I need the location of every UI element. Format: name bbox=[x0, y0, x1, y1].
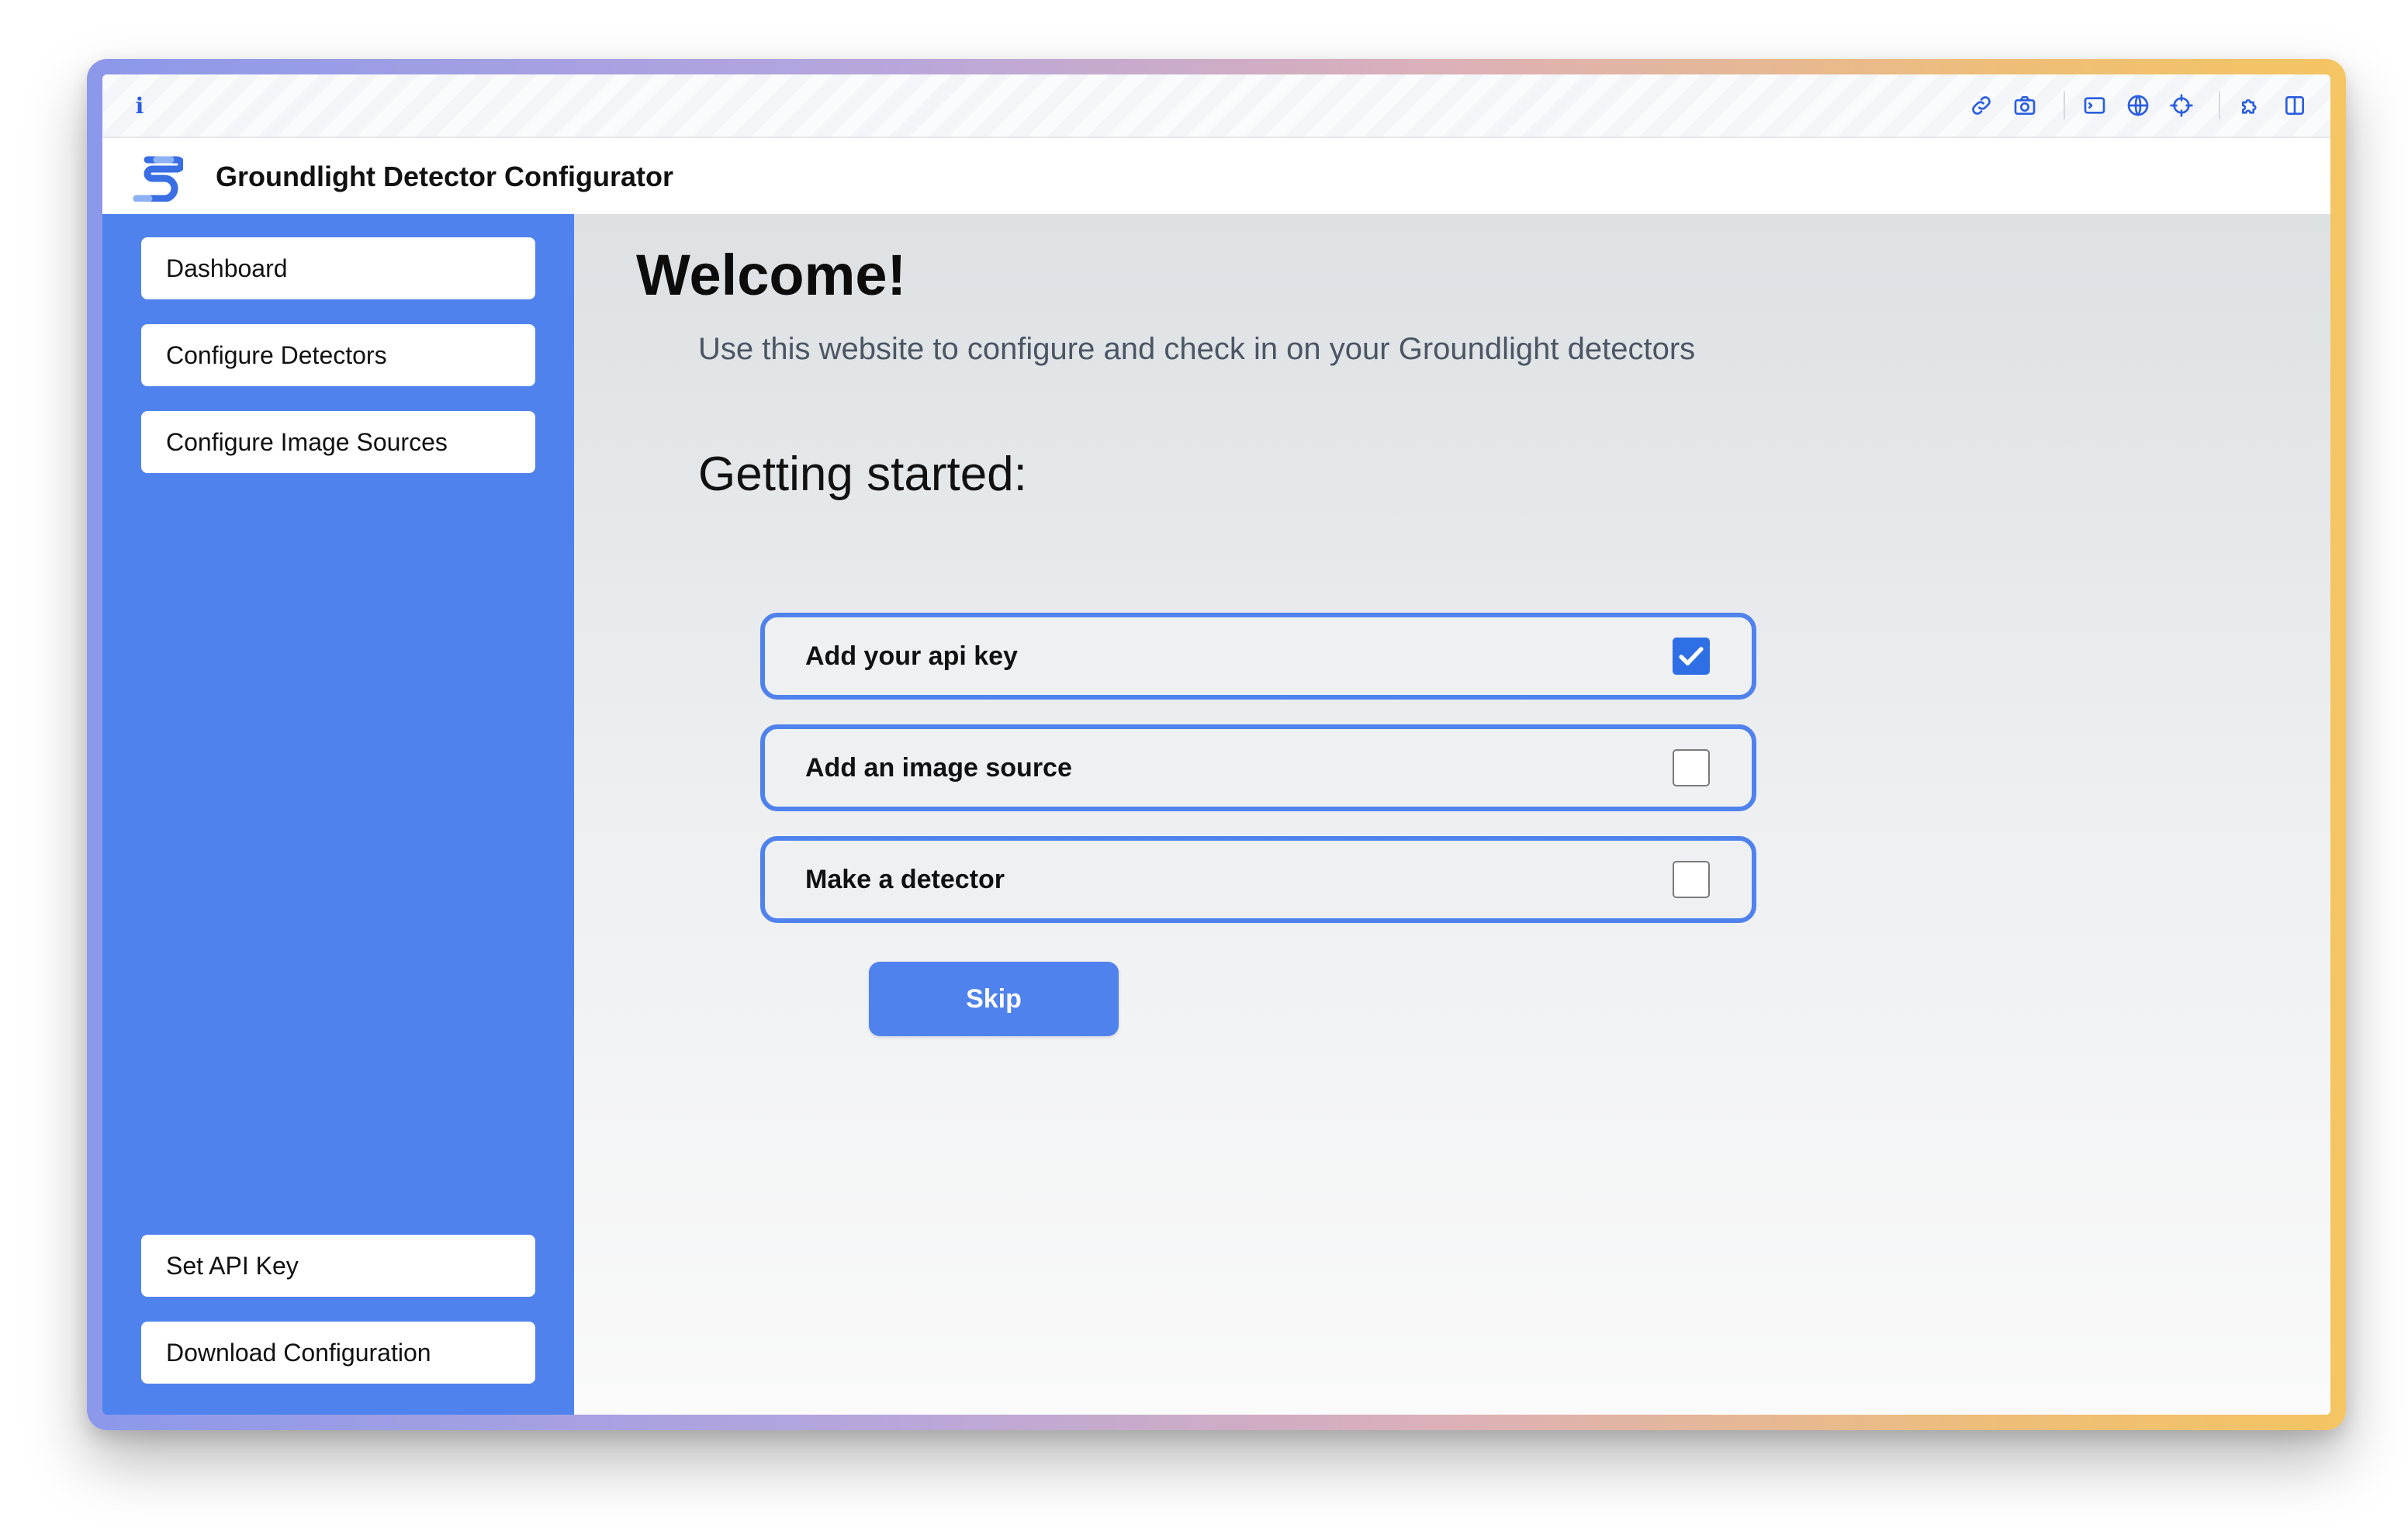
sidebar-item-dashboard[interactable]: Dashboard bbox=[141, 237, 535, 299]
task-make-detector[interactable]: Make a detector bbox=[760, 836, 1756, 923]
toolbar-divider bbox=[2064, 92, 2065, 119]
task-label: Add an image source bbox=[805, 753, 1072, 783]
main-content: Welcome! Use this website to configure a… bbox=[574, 214, 2330, 1415]
link-icon[interactable] bbox=[1967, 92, 1995, 119]
task-add-image-source[interactable]: Add an image source bbox=[760, 724, 1756, 811]
camera-icon[interactable] bbox=[2011, 92, 2039, 119]
task-add-api-key[interactable]: Add your api key bbox=[760, 613, 1756, 700]
browser-toolbar: i bbox=[102, 74, 2330, 138]
info-icon[interactable]: i bbox=[130, 92, 149, 119]
task-label: Make a detector bbox=[805, 865, 1005, 894]
split-panel-icon[interactable] bbox=[2281, 92, 2309, 119]
sidebar-item-set-api-key[interactable]: Set API Key bbox=[141, 1235, 535, 1297]
sidebar: Dashboard Configure Detectors Configure … bbox=[102, 214, 574, 1415]
checkmark-icon bbox=[1679, 647, 1704, 665]
app-window: i Groundlight Detector Configurator Dash… bbox=[102, 74, 2330, 1415]
puzzle-icon[interactable] bbox=[2237, 92, 2265, 119]
page-subtitle: Use this website to configure and check … bbox=[698, 332, 1696, 366]
toolbar-divider bbox=[2219, 92, 2220, 119]
getting-started-heading: Getting started: bbox=[698, 448, 1027, 501]
task-checkbox[interactable] bbox=[1673, 861, 1710, 898]
task-checkbox[interactable] bbox=[1673, 638, 1710, 675]
sidebar-item-download-configuration[interactable]: Download Configuration bbox=[141, 1322, 535, 1384]
page-title: Welcome! bbox=[636, 243, 907, 307]
groundlight-logo-icon bbox=[130, 152, 185, 202]
app-header: Groundlight Detector Configurator bbox=[102, 138, 2330, 214]
crosshair-icon[interactable] bbox=[2168, 92, 2195, 119]
sidebar-item-configure-image-sources[interactable]: Configure Image Sources bbox=[141, 411, 535, 473]
sidebar-item-configure-detectors[interactable]: Configure Detectors bbox=[141, 324, 535, 386]
task-label: Add your api key bbox=[805, 641, 1018, 671]
globe-icon[interactable] bbox=[2124, 92, 2152, 119]
app-title: Groundlight Detector Configurator bbox=[216, 161, 673, 192]
task-checkbox[interactable] bbox=[1673, 749, 1710, 786]
terminal-icon[interactable] bbox=[2081, 92, 2109, 119]
skip-button[interactable]: Skip bbox=[869, 962, 1119, 1036]
